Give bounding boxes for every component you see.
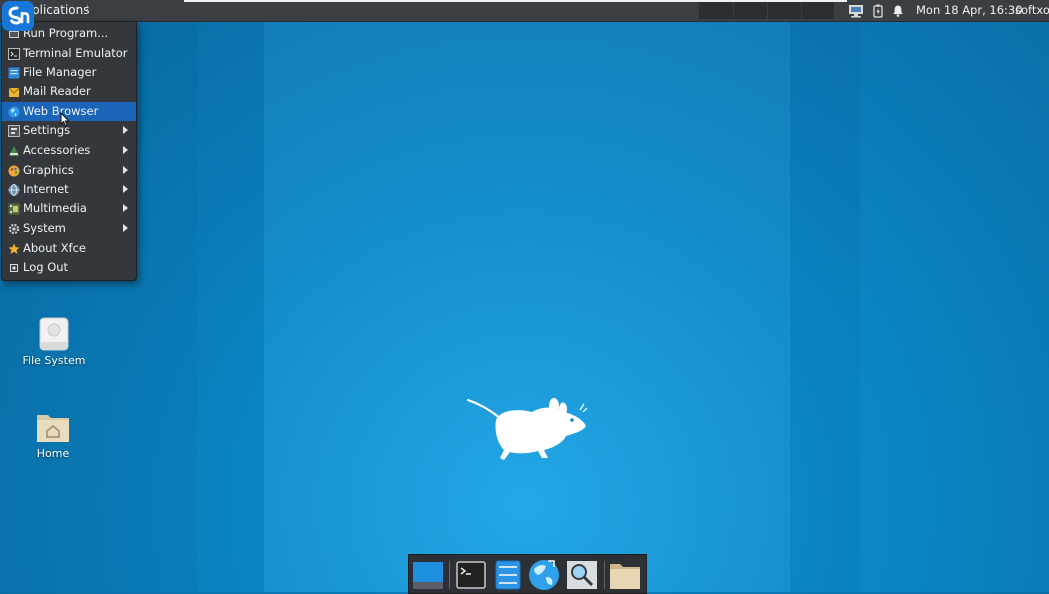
- menu-item-label: Accessories: [23, 143, 91, 157]
- internet-icon: [7, 183, 20, 196]
- web-browser-icon: [7, 105, 20, 118]
- file-manager-icon[interactable]: [492, 559, 524, 591]
- multimedia-icon: [7, 202, 20, 215]
- menu-item-label: Terminal Emulator: [23, 46, 128, 60]
- desktop-icon-home[interactable]: Home: [13, 409, 93, 460]
- network-icon[interactable]: [846, 2, 866, 19]
- submenu-arrow-icon: [123, 166, 128, 174]
- dock-separator: [449, 561, 450, 589]
- submenu-arrow-icon: [123, 126, 128, 134]
- star-icon: [7, 242, 20, 255]
- top-panel: plications ⋮ Mon 18 Apr, 16:30 softxos: [0, 0, 1049, 22]
- desktop-icon-file-system[interactable]: File System: [14, 316, 94, 367]
- app-finder-icon[interactable]: [566, 559, 598, 591]
- menu-item-log-out[interactable]: Log Out: [2, 258, 136, 277]
- applications-menu-button[interactable]: plications: [32, 3, 89, 17]
- menu-item-label: Multimedia: [23, 201, 87, 215]
- battery-icon[interactable]: [870, 2, 886, 19]
- menu-item-label: File Manager: [23, 65, 97, 79]
- terminal-icon: [7, 47, 20, 60]
- menu-item-mail-reader[interactable]: Mail Reader: [2, 82, 136, 101]
- web-browser-icon[interactable]: [528, 559, 560, 591]
- menu-item-accessories[interactable]: Accessories: [2, 141, 136, 160]
- menu-item-label: Graphics: [23, 163, 74, 177]
- submenu-arrow-icon: [123, 204, 128, 212]
- xfce-mouse-logo: [466, 396, 590, 467]
- home-folder-icon: [37, 415, 69, 442]
- graphics-icon: [7, 164, 20, 177]
- window-buttons-area[interactable]: [699, 2, 834, 19]
- system-gear-icon: [7, 222, 20, 235]
- menu-item-label: Log Out: [23, 260, 69, 274]
- mail-icon: [7, 85, 20, 98]
- menu-item-label: About Xfce: [23, 241, 86, 255]
- show-desktop-icon[interactable]: [412, 559, 444, 591]
- menu-item-internet[interactable]: Internet: [2, 180, 136, 199]
- menu-item-file-manager[interactable]: File Manager: [2, 63, 136, 82]
- dock-separator: [604, 561, 605, 589]
- accessories-icon: [7, 144, 20, 157]
- wallpaper-pane: [198, 21, 264, 592]
- submenu-arrow-icon: [123, 146, 128, 154]
- submenu-arrow-icon: [123, 185, 128, 193]
- menu-item-system[interactable]: System: [2, 219, 136, 238]
- dock-panel: [408, 554, 647, 594]
- applications-menu: Run Program... Terminal Emulator File Ma…: [1, 21, 137, 281]
- drive-icon: [39, 317, 69, 351]
- menu-item-label: System: [23, 221, 66, 235]
- menu-item-multimedia[interactable]: Multimedia: [2, 199, 136, 218]
- terminal-icon[interactable]: [455, 559, 487, 591]
- menu-item-terminal-emulator[interactable]: Terminal Emulator: [2, 44, 136, 63]
- settings-icon: [7, 124, 20, 137]
- folder-icon[interactable]: [609, 559, 641, 591]
- applications-separator: ⋮: [82, 3, 93, 16]
- log-out-icon: [7, 261, 20, 274]
- mouse-cursor-icon: [60, 111, 70, 130]
- submenu-arrow-icon: [123, 224, 128, 232]
- menu-item-graphics[interactable]: Graphics: [2, 161, 136, 180]
- clock[interactable]: Mon 18 Apr, 16:30: [916, 3, 1023, 17]
- menu-item-about-xfce[interactable]: About Xfce: [2, 239, 136, 258]
- file-manager-icon: [7, 66, 20, 79]
- app-logo: [0, 0, 36, 32]
- wallpaper-pane: [790, 21, 860, 592]
- notification-bell-icon[interactable]: [890, 2, 906, 19]
- desktop-icon-label: Home: [36, 447, 70, 460]
- menu-item-label: Mail Reader: [23, 84, 91, 98]
- wallpaper-pane: [264, 21, 790, 592]
- menu-item-label: Internet: [23, 182, 69, 196]
- desktop-icon-label: File System: [22, 354, 86, 367]
- user-name[interactable]: softxos: [1015, 3, 1049, 17]
